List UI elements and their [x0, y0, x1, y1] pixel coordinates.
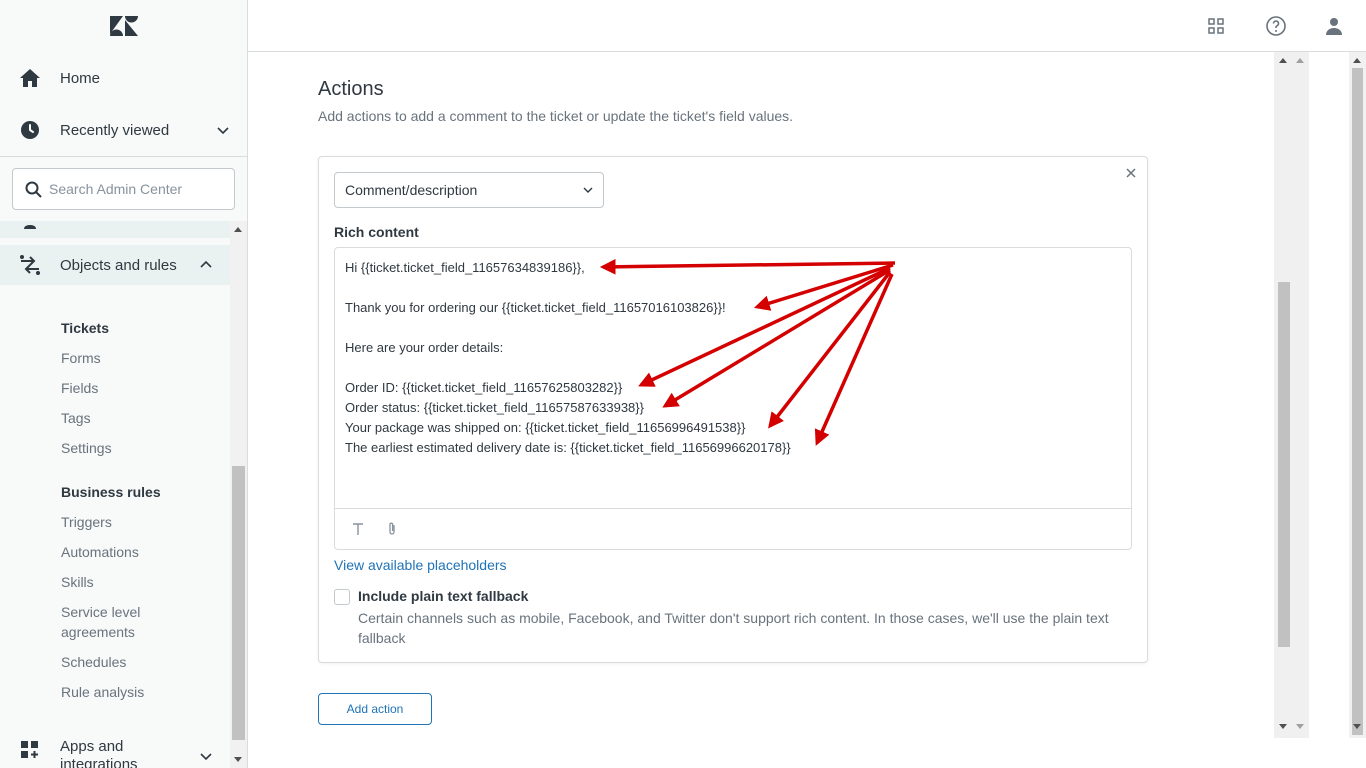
- main-content: Actions Add actions to add a comment to …: [248, 52, 1274, 768]
- chevron-up-icon: [200, 260, 212, 268]
- apps-icon: [21, 741, 38, 758]
- nav-objects-label: Objects and rules: [60, 257, 177, 274]
- rich-content-editor[interactable]: Hi {{ticket.ticket_field_11657634839186}…: [334, 247, 1132, 550]
- action-card: Comment/description Rich content Hi {{ti…: [318, 156, 1148, 663]
- nav-item-settings[interactable]: Settings: [61, 438, 112, 458]
- plain-text-fallback-hint: Certain channels such as mobile, Faceboo…: [358, 610, 1109, 646]
- editor-line: Order status: {{ticket.ticket_field_1165…: [345, 400, 644, 415]
- nav-item-triggers[interactable]: Triggers: [61, 512, 112, 532]
- editor-toolbar: [335, 508, 1131, 549]
- home-icon: [20, 69, 40, 87]
- nav-item-rule-analysis[interactable]: Rule analysis: [61, 682, 144, 702]
- editor-line: Order ID: {{ticket.ticket_field_11657625…: [345, 380, 623, 395]
- clock-icon: [21, 121, 39, 139]
- scroll-up-arrow-icon[interactable]: [1353, 58, 1361, 63]
- scroll-up-arrow-icon[interactable]: [1296, 58, 1304, 63]
- nav-item-sla-line1[interactable]: Service level: [61, 602, 140, 622]
- plain-text-fallback-label[interactable]: Include plain text fallback: [358, 588, 528, 604]
- scroll-up-arrow-icon[interactable]: [1279, 58, 1287, 63]
- view-placeholders-link[interactable]: View available placeholders: [334, 557, 507, 573]
- nav-home[interactable]: Home: [0, 58, 247, 98]
- scroll-down-arrow-icon[interactable]: [1353, 724, 1361, 729]
- attachment-icon[interactable]: [384, 521, 400, 537]
- scroll-down-arrow-icon[interactable]: [1279, 724, 1287, 729]
- sidebar-nav-scroll[interactable]: Objects and rules Tickets Forms Fields T…: [0, 221, 230, 768]
- scroll-down-arrow-icon[interactable]: [1296, 724, 1304, 729]
- tickets-heading[interactable]: Tickets: [61, 320, 109, 336]
- search-input[interactable]: [49, 179, 224, 199]
- nav-item-skills[interactable]: Skills: [61, 572, 94, 592]
- add-action-button[interactable]: Add action: [318, 693, 432, 725]
- person-icon: [24, 225, 36, 229]
- action-type-value: Comment/description: [345, 182, 478, 198]
- nav-apps-label-1: Apps and: [60, 738, 124, 755]
- action-type-select[interactable]: Comment/description: [334, 172, 604, 208]
- nav-home-label: Home: [60, 69, 101, 87]
- close-icon[interactable]: [1123, 165, 1139, 181]
- top-header: [248, 0, 1366, 52]
- nav-recently-viewed[interactable]: Recently viewed: [0, 110, 247, 150]
- business-rules-heading[interactable]: Business rules: [61, 484, 161, 500]
- editor-line: Your package was shipped on: {{ticket.ti…: [345, 420, 746, 435]
- nav-item-automations[interactable]: Automations: [61, 542, 139, 562]
- nav-apps-integrations[interactable]: Apps and integrations: [0, 736, 230, 768]
- objects-rules-icon: [20, 255, 40, 275]
- chevron-down-icon: [217, 127, 229, 135]
- nav-recently-viewed-label: Recently viewed: [60, 121, 170, 139]
- nav-item-fields[interactable]: Fields: [61, 378, 98, 398]
- nav-item-schedules[interactable]: Schedules: [61, 652, 126, 672]
- zendesk-logo[interactable]: [108, 14, 140, 38]
- scroll-up-arrow-icon[interactable]: [234, 227, 242, 232]
- nav-objects-and-rules[interactable]: Objects and rules: [0, 245, 230, 285]
- plain-text-fallback-checkbox[interactable]: [334, 589, 350, 605]
- page-scroll-thumb[interactable]: [1352, 68, 1363, 735]
- scroll-down-arrow-icon[interactable]: [234, 757, 242, 762]
- sidebar-scroll-thumb[interactable]: [232, 466, 245, 740]
- editor-content[interactable]: Hi {{ticket.ticket_field_11657634839186}…: [345, 258, 1115, 458]
- editor-line: Thank you for ordering our {{ticket.tick…: [345, 300, 726, 315]
- editor-line: Hi {{ticket.ticket_field_11657634839186}…: [345, 260, 585, 275]
- editor-line: The earliest estimated delivery date is:…: [345, 440, 791, 455]
- nav-item-forms[interactable]: Forms: [61, 348, 101, 368]
- search-icon: [25, 181, 42, 198]
- nav-item-sla-line2[interactable]: agreements: [61, 622, 135, 642]
- products-grid-icon[interactable]: [1204, 14, 1228, 38]
- rich-content-label: Rich content: [334, 224, 419, 240]
- text-format-icon[interactable]: [350, 521, 366, 537]
- nav-apps-label-2: integrations: [60, 756, 138, 768]
- sidebar-item-partial[interactable]: [0, 221, 230, 238]
- nav-item-tags[interactable]: Tags: [61, 408, 91, 428]
- chevron-down-icon: [583, 187, 593, 193]
- actions-description: Add actions to add a comment to the tick…: [318, 108, 794, 124]
- content-scroll-thumb[interactable]: [1278, 282, 1290, 647]
- editor-line: Here are your order details:: [345, 340, 504, 355]
- user-profile-icon[interactable]: [1322, 14, 1346, 38]
- chevron-down-icon: [200, 753, 212, 761]
- admin-search[interactable]: [12, 168, 235, 210]
- sidebar-divider: [0, 156, 247, 157]
- actions-title: Actions: [318, 78, 384, 100]
- admin-sidebar: Home Recently viewed Objects and rules T…: [0, 0, 248, 768]
- help-icon[interactable]: [1264, 14, 1288, 38]
